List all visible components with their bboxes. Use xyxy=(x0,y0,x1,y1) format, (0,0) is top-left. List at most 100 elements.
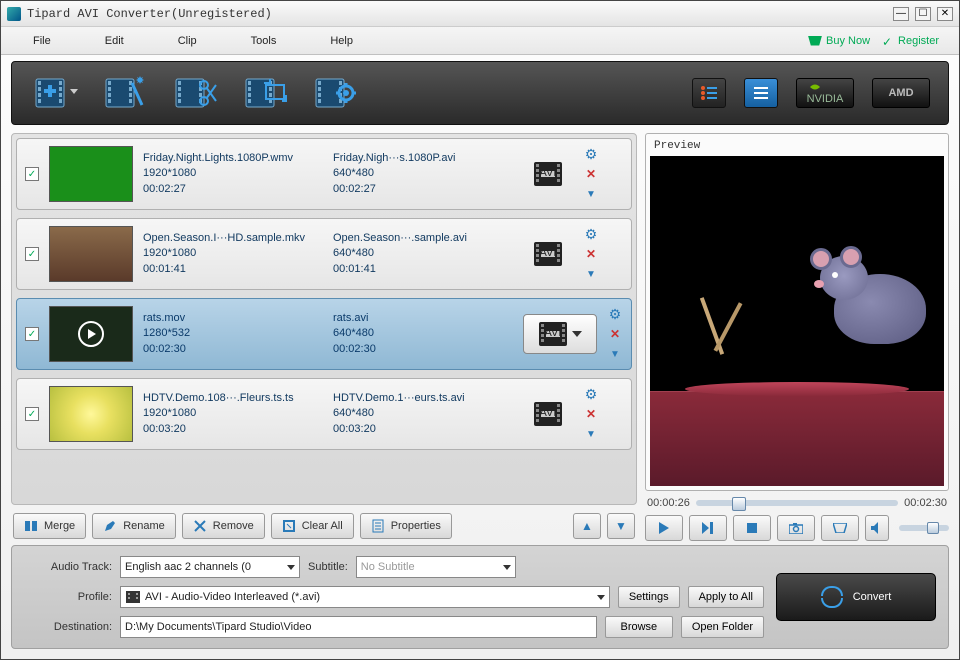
buy-now-link[interactable]: Buy Now xyxy=(808,35,870,47)
row-down-button[interactable]: ▼ xyxy=(583,426,599,442)
menubar: File Edit Clip Tools Help Buy Now Regist… xyxy=(1,27,959,55)
file-checkbox[interactable]: ✓ xyxy=(25,327,39,341)
preview-title: Preview xyxy=(650,138,944,154)
destination-field[interactable]: D:\My Documents\Tipard Studio\Video xyxy=(120,616,597,638)
move-down-button[interactable]: ▼ xyxy=(607,513,635,539)
convert-label: Convert xyxy=(853,591,892,603)
time-row: 00:00:26 00:02:30 xyxy=(645,495,949,511)
seek-slider[interactable] xyxy=(696,500,898,506)
audio-track-select[interactable]: English aac 2 channels (0 xyxy=(120,556,300,578)
remove-label: Remove xyxy=(213,520,254,532)
file-checkbox[interactable]: ✓ xyxy=(25,247,39,261)
row-delete-button[interactable]: ✕ xyxy=(583,166,599,182)
file-thumbnail xyxy=(49,306,133,362)
cart-icon xyxy=(808,36,822,46)
rename-label: Rename xyxy=(123,520,165,532)
merge-button[interactable]: Merge xyxy=(13,513,86,539)
trim-button[interactable] xyxy=(170,72,222,114)
step-button[interactable] xyxy=(689,515,727,541)
menu-clip[interactable]: Clip xyxy=(166,31,209,51)
subtitle-select[interactable]: No Subtitle xyxy=(356,556,516,578)
snapshot-button[interactable] xyxy=(777,515,815,541)
row-settings-button[interactable]: ⚙ xyxy=(583,386,599,402)
output-resolution: 640*480 xyxy=(333,166,513,181)
move-up-button[interactable]: ▲ xyxy=(573,513,601,539)
output-resolution: 640*480 xyxy=(333,246,513,261)
file-checkbox[interactable]: ✓ xyxy=(25,407,39,421)
maximize-button[interactable]: ☐ xyxy=(915,7,931,21)
row-actions: ⚙ ✕ ▼ xyxy=(583,226,599,282)
settings-toolbar-button[interactable] xyxy=(310,72,362,114)
output-duration: 00:01:41 xyxy=(333,262,513,277)
remove-button[interactable]: Remove xyxy=(182,513,265,539)
profile-select[interactable]: AVI - Audio-Video Interleaved (*.avi) xyxy=(120,586,610,608)
output-info: rats.avi640*48000:02:30 xyxy=(333,311,513,357)
convert-icon xyxy=(821,586,843,608)
stop-button[interactable] xyxy=(733,515,771,541)
row-delete-button[interactable]: ✕ xyxy=(583,406,599,422)
source-filename: Open.Season.I···HD.sample.mkv xyxy=(143,231,323,246)
format-badge[interactable]: AVI xyxy=(523,314,597,354)
filelist-panel: ✓Friday.Night.Lights.1080P.wmv1920*10800… xyxy=(11,133,637,541)
row-settings-button[interactable]: ⚙ xyxy=(583,226,599,242)
window-controls: — ☐ ✕ xyxy=(893,7,953,21)
browse-label: Browse xyxy=(621,621,658,633)
minimize-button[interactable]: — xyxy=(893,7,909,21)
menu-edit[interactable]: Edit xyxy=(93,31,136,51)
close-button[interactable]: ✕ xyxy=(937,7,953,21)
settings-label: Settings xyxy=(629,591,669,603)
effects-button[interactable] xyxy=(100,72,152,114)
window-title: Tipard AVI Converter(Unregistered) xyxy=(27,7,893,21)
chevron-down-icon xyxy=(597,595,605,600)
chevron-down-icon xyxy=(503,565,511,570)
open-folder-button[interactable]: Open Folder xyxy=(681,616,764,638)
open-folder-label: Open Folder xyxy=(692,621,753,633)
row-actions: ⚙ ✕ ▼ xyxy=(583,386,599,442)
file-row[interactable]: ✓Friday.Night.Lights.1080P.wmv1920*10800… xyxy=(16,138,632,210)
detail-view-button[interactable] xyxy=(744,78,778,108)
settings-button[interactable]: Settings xyxy=(618,586,680,608)
rename-button[interactable]: Rename xyxy=(92,513,176,539)
row-down-button[interactable]: ▼ xyxy=(583,186,599,202)
list-view-button[interactable] xyxy=(692,78,726,108)
play-button[interactable] xyxy=(645,515,683,541)
row-delete-button[interactable]: ✕ xyxy=(607,326,623,342)
preview-screen[interactable] xyxy=(650,156,944,486)
menu-tools[interactable]: Tools xyxy=(239,31,289,51)
menu-help[interactable]: Help xyxy=(318,31,365,51)
register-link[interactable]: Register xyxy=(882,35,939,47)
apply-all-label: Apply to All xyxy=(699,591,753,603)
output-filename: Open.Season···.sample.avi xyxy=(333,231,513,246)
row-down-button[interactable]: ▼ xyxy=(607,346,623,362)
screen-mode-button[interactable] xyxy=(821,515,859,541)
row-settings-button[interactable]: ⚙ xyxy=(607,306,623,322)
destination-label: Destination: xyxy=(24,621,112,633)
file-thumbnail xyxy=(49,386,133,442)
output-duration: 00:03:20 xyxy=(333,422,513,437)
source-resolution: 1920*1080 xyxy=(143,246,323,261)
source-duration: 00:03:20 xyxy=(143,422,323,437)
browse-button[interactable]: Browse xyxy=(605,616,673,638)
volume-button[interactable] xyxy=(865,515,889,541)
clear-all-button[interactable]: Clear All xyxy=(271,513,354,539)
volume-slider[interactable] xyxy=(899,525,949,531)
file-row[interactable]: ✓rats.mov1280*53200:02:30rats.avi640*480… xyxy=(16,298,632,370)
file-checkbox[interactable]: ✓ xyxy=(25,167,39,181)
row-delete-button[interactable]: ✕ xyxy=(583,246,599,262)
menu-file[interactable]: File xyxy=(21,31,63,51)
output-resolution: 640*480 xyxy=(333,326,513,341)
file-row[interactable]: ✓ Open.Season.I···HD.sample.mkv1920*1080 0… xyxy=(16,218,632,290)
amd-badge: AMD xyxy=(872,78,930,108)
add-file-button[interactable] xyxy=(30,72,82,114)
row-settings-button[interactable]: ⚙ xyxy=(583,146,599,162)
source-filename: HDTV.Demo.108···.Fleurs.ts.ts xyxy=(143,391,323,406)
file-row[interactable]: ✓HDTV.Demo.108···.Fleurs.ts.ts1920*10800… xyxy=(16,378,632,450)
apply-to-all-button[interactable]: Apply to All xyxy=(688,586,764,608)
subtitle-label: Subtitle: xyxy=(308,561,348,573)
convert-button[interactable]: Convert xyxy=(776,573,936,621)
row-down-button[interactable]: ▼ xyxy=(583,266,599,282)
crop-button[interactable] xyxy=(240,72,292,114)
titlebar: Tipard AVI Converter(Unregistered) — ☐ ✕ xyxy=(1,1,959,27)
properties-button[interactable]: Properties xyxy=(360,513,452,539)
merge-label: Merge xyxy=(44,520,75,532)
